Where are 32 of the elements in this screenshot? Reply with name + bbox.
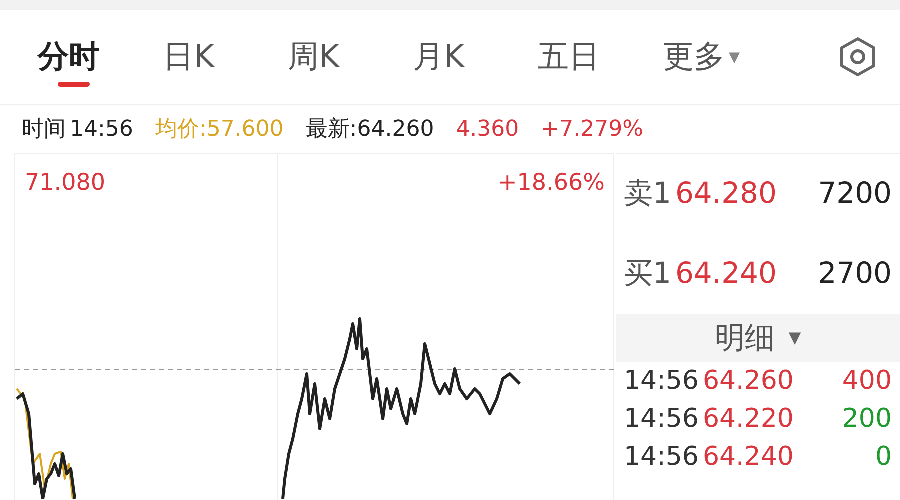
trade-volume: 0 bbox=[875, 440, 892, 474]
period-tab[interactable]: 周K bbox=[270, 34, 395, 80]
quote-label: 买1 bbox=[624, 255, 672, 292]
quote-price: 64.280 bbox=[675, 175, 777, 212]
time-value: 14:56 bbox=[70, 116, 134, 144]
trade-time: 14:56 bbox=[624, 402, 699, 436]
quote-volume: 7200 bbox=[818, 175, 892, 212]
detail-dropdown[interactable]: 明细 ▼ bbox=[616, 314, 900, 362]
trade-time: 14:56 bbox=[624, 364, 699, 398]
period-tab[interactable]: 月K bbox=[395, 34, 520, 80]
settings-icon[interactable] bbox=[838, 37, 878, 77]
high-percent: +18.66% bbox=[498, 169, 605, 198]
high-price: 71.080 bbox=[25, 169, 106, 198]
percent-change: +7.279% bbox=[541, 116, 644, 144]
trade-price: 64.260 bbox=[702, 364, 794, 398]
trade-volume: 200 bbox=[842, 402, 892, 436]
price-change: 4.360 bbox=[456, 116, 520, 144]
active-underline bbox=[58, 82, 90, 87]
time-text: 时间 bbox=[22, 116, 66, 144]
average-price: 均价:57.600 bbox=[155, 116, 284, 144]
quote-volume: 2700 bbox=[818, 255, 892, 292]
period-tab[interactable]: 日K bbox=[145, 34, 270, 80]
period-tab[interactable]: 分时 bbox=[20, 34, 145, 80]
trade-time: 14:56 bbox=[624, 440, 699, 474]
trade-volume: 400 bbox=[842, 364, 892, 398]
trade-price: 64.220 bbox=[702, 402, 794, 436]
quote-price: 64.240 bbox=[675, 255, 777, 292]
more-menu[interactable]: 更多▾ bbox=[663, 34, 740, 80]
quote-label: 卖1 bbox=[624, 175, 672, 212]
latest-price: 最新:64.260 bbox=[306, 116, 434, 144]
trade-price: 64.240 bbox=[702, 440, 794, 474]
period-tab[interactable]: 五日 bbox=[520, 34, 645, 80]
